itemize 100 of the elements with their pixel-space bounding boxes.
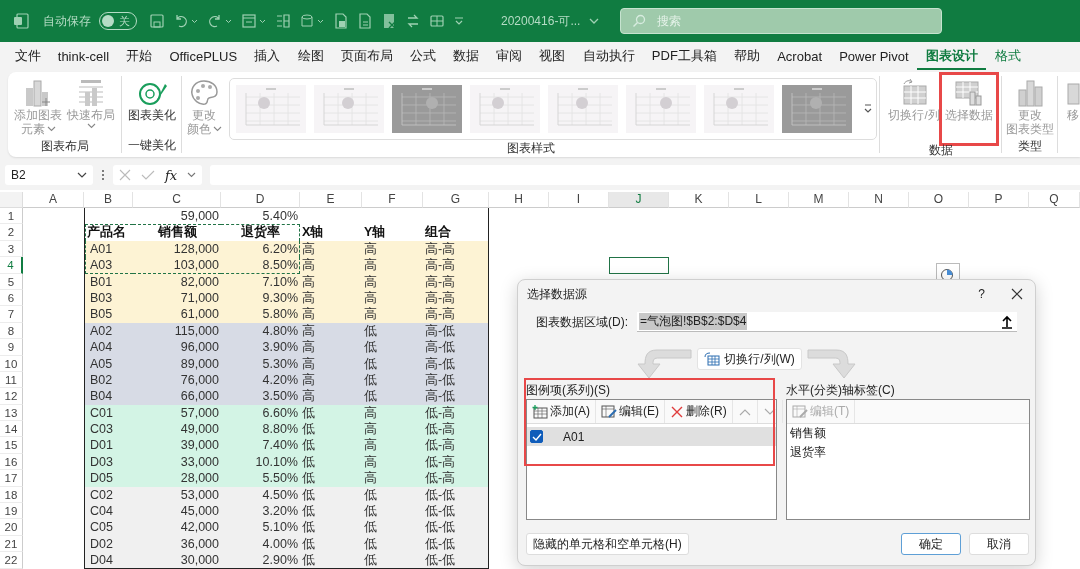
row-header[interactable]: 1 [0,208,23,225]
ribbon-group-label: 类型 [1017,139,1042,154]
ribbon-tab[interactable]: 视图 [530,42,575,70]
document-icon[interactable] [381,13,397,29]
column-header[interactable]: E [300,192,362,208]
undo-icon[interactable] [173,13,199,29]
document-icon[interactable] [333,13,349,29]
curved-arrow-icon [635,348,694,380]
row-header[interactable]: 4 [0,257,23,274]
check-icon[interactable] [141,169,155,181]
chart-style-thumbnail[interactable] [469,85,540,133]
file-name[interactable]: 20200416-可... [501,12,581,30]
ribbon-tab[interactable]: 自动执行 [574,42,644,70]
chart-style-thumbnail[interactable] [703,85,774,133]
series-tool-button[interactable]: 添加(A) [527,400,596,423]
chart-style-thumbnail[interactable] [547,85,618,133]
selected-cell[interactable] [609,257,669,274]
column-header[interactable]: M [789,192,849,208]
row-header[interactable]: 22 [0,552,23,569]
series-tool-button[interactable]: 删除(R) [665,400,733,423]
series-tool-button[interactable]: 编辑(E) [596,400,665,423]
column-header[interactable]: C [133,192,221,208]
row-header[interactable]: 17 [0,470,23,487]
checkbox[interactable] [530,430,543,443]
ribbon-tab[interactable]: 格式 [986,42,1030,70]
column-header[interactable]: O [909,192,969,208]
cancel-icon[interactable] [119,169,131,181]
row-header[interactable]: 19 [0,503,23,520]
column-header[interactable]: J [609,192,669,208]
ribbon-tab[interactable]: Power Pivot [830,42,918,70]
table-icon[interactable] [275,13,291,29]
collapse-icon[interactable] [1001,314,1013,329]
ribbon-tab[interactable]: think-cell [49,42,118,70]
row-header[interactable]: 20 [0,519,23,536]
column-header[interactable]: K [669,192,729,208]
ribbon-button[interactable]: 图表美化 [125,76,178,124]
column-header[interactable]: F [362,192,423,208]
row-header[interactable]: 9 [0,339,23,356]
column-header[interactable]: Q [1029,192,1080,208]
column-header[interactable]: B [84,192,133,208]
row-header[interactable]: 2 [0,224,23,241]
table-cell: 5.80% [221,306,300,323]
document-icon[interactable] [357,13,373,29]
column-header[interactable]: I [549,192,609,208]
ribbon-tab[interactable]: 绘图 [288,42,333,70]
ribbon-tab[interactable]: 图表设计 [917,42,987,70]
ribbon-tab[interactable]: 插入 [245,42,289,70]
range-field[interactable]: =气泡图!$B$2:$D$4 [637,312,1017,332]
table-cell: 退货率 [221,224,300,241]
ribbon-tab[interactable]: PDF工具箱 [643,42,726,70]
ribbon-tab[interactable]: 公式 [401,42,445,70]
sheet-icon[interactable] [429,13,445,29]
add-table-icon [532,404,548,419]
cancel-button[interactable]: 取消 [969,533,1029,555]
switch-row-column-button[interactable]: 切换行/列(W) [697,348,802,370]
chart-style-thumbnail[interactable] [391,85,462,133]
chart-style-thumbnail[interactable] [625,85,696,133]
search-field[interactable]: 搜索 [620,8,943,34]
axis-label-item[interactable]: 退货率 [787,443,1029,462]
chevron-icon[interactable] [187,171,197,179]
swap-icon[interactable] [405,13,421,29]
row-header[interactable]: 14 [0,421,23,438]
column-header[interactable]: P [969,192,1029,208]
column-header[interactable]: A [23,192,84,208]
ribbon-tab[interactable]: OfficePLUS [160,42,246,70]
save-icon[interactable] [149,13,165,29]
ribbon-tab[interactable]: 帮助 [725,42,769,70]
close-button[interactable] [1011,288,1023,300]
chevron-icon [862,103,873,115]
table-cell: A04 [84,339,133,356]
chart-style-thumbnail[interactable] [313,85,384,133]
chart-style-thumbnail[interactable] [235,85,306,133]
ribbon-tab[interactable]: 审阅 [487,42,531,70]
axis-label-item[interactable]: 销售额 [787,424,1029,443]
table-cell: 低-高 [423,437,489,454]
help-button[interactable]: ? [978,287,985,301]
name-box[interactable]: B2 [5,165,93,185]
ribbon-tab[interactable]: 开始 [117,42,161,70]
ribbon-tab[interactable]: 数据 [444,42,488,70]
column-header[interactable]: G [423,192,489,208]
hidden-cells-button[interactable]: 隐藏的单元格和空单元格(H) [526,533,689,555]
more-options-icon[interactable] [101,169,105,181]
form-icon[interactable] [241,13,267,29]
column-header[interactable]: H [489,192,549,208]
redo-icon[interactable] [207,13,233,29]
database-icon[interactable] [299,13,325,29]
series-item[interactable]: A01 [527,427,776,446]
edit-table-icon [601,404,617,419]
row-header[interactable]: 15 [0,437,23,454]
column-header[interactable]: L [729,192,789,208]
ok-button[interactable]: 确定 [901,533,961,555]
row-header[interactable]: 7 [0,306,23,323]
insert-function-button[interactable]: fx [165,167,178,183]
chart-style-thumbnail[interactable] [781,85,852,133]
ribbon-tab[interactable]: Acrobat [768,42,831,70]
ribbon-tab[interactable]: 文件 [6,42,50,70]
row-header[interactable]: 12 [0,388,23,405]
ribbon-tab[interactable]: 页面布局 [332,42,402,70]
column-header[interactable]: N [849,192,909,208]
column-header[interactable]: D [221,192,300,208]
